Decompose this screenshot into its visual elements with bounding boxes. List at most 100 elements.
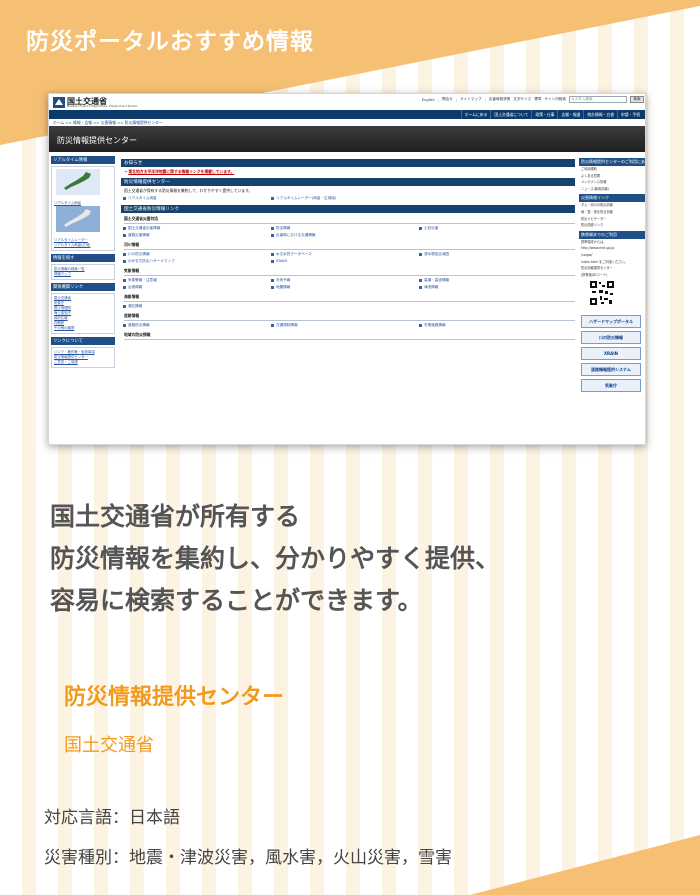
bullet-icon xyxy=(123,324,126,327)
sidebar-realtime-head: リアルタイム情報 xyxy=(51,156,115,164)
link-group-item[interactable]: 水文水質データベース xyxy=(271,251,419,258)
right-usage-link[interactable]: よくある質問 xyxy=(579,173,645,180)
nav-apply[interactable]: 申請・手続 xyxy=(617,110,643,119)
bullet-icon xyxy=(271,286,274,289)
description-line: 防災情報を集約し、分かりやすく提供、 xyxy=(50,544,501,573)
supported-language: 対応言語：日本語 xyxy=(44,808,180,828)
link-group-item[interactable]: 交通規制情報 xyxy=(271,322,419,329)
sidebar-agency-link[interactable]: その他の機関 xyxy=(54,326,112,331)
util-contact[interactable]: 問合せ xyxy=(442,97,453,102)
bullet-icon xyxy=(419,286,422,289)
banner-hazard-map[interactable]: ハザードマップポータル xyxy=(581,315,641,329)
description-line: 容易に検索することができます。 xyxy=(50,586,423,615)
right-disaster-link[interactable]: 防災ナビゲーター xyxy=(579,216,645,223)
nav-policy[interactable]: 政策・仕事 xyxy=(531,110,557,119)
link-group-item[interactable]: 台風情報 xyxy=(123,284,271,291)
util-english[interactable]: English xyxy=(422,98,435,102)
link-group-item[interactable]: 地震情報 xyxy=(271,284,419,291)
service-org: 国土交通省 xyxy=(64,735,154,756)
nav-about[interactable]: 国土交通省について xyxy=(490,110,531,119)
right-mobile-head: 携帯端末でのご利用 xyxy=(579,230,645,239)
util-standard[interactable]: 標準 xyxy=(534,97,541,102)
link-group-title: 海象情報 xyxy=(124,294,575,302)
bullet-icon xyxy=(123,234,126,237)
bullet-icon xyxy=(123,279,126,282)
notice-link[interactable]: 東北地方太平洋沖地震に関する情報リンクを掲載しています。 xyxy=(128,169,234,174)
page-title: 防災情報提供センター xyxy=(57,136,137,145)
banner-river-info[interactable]: 川の防災情報 xyxy=(581,331,641,345)
link-group-items: 気象警報・注意報 天気予報 高潮・高波情報台風情報 地震情報 津波情報 xyxy=(121,277,575,291)
link-group-item[interactable]: 高潮・高波情報 xyxy=(419,277,567,284)
bullet-icon xyxy=(419,279,422,282)
banner-xrain[interactable]: XRAIN xyxy=(581,347,641,361)
link-group-item[interactable]: 土砂災害 xyxy=(419,225,567,232)
link-group-item[interactable]: 気象警報・注意報 xyxy=(123,277,271,284)
link-group-item[interactable]: 天気予報 xyxy=(271,277,419,284)
website-screenshot: 国土交通省 Ministry of Land, Infrastructure, … xyxy=(48,93,646,445)
util-relief[interactable]: 災害時救済策 xyxy=(489,97,511,102)
center-head: 防災情報提供センター xyxy=(121,178,575,186)
sidebar-about-box: リンク・著作権・免責事項 防災情報提供センター ご意見・ご感想 xyxy=(51,347,115,368)
japan-map-icon[interactable] xyxy=(56,169,100,195)
link-group-items: 国土交通省災害情報 防災情報 土砂災害道路災害情報 災害時における交通情報 xyxy=(121,225,575,239)
right-disaster-head: 災害情報リンク xyxy=(579,194,645,203)
link-group-item[interactable]: 潮位情報 xyxy=(123,303,271,310)
nav-stats[interactable]: 統計情報・白書 xyxy=(583,110,617,119)
sidebar-search-link[interactable]: 情報マップ xyxy=(54,272,112,277)
right-usage-link[interactable]: ご利用規約 xyxy=(579,166,645,173)
bullet-icon xyxy=(123,260,126,263)
link-group-item[interactable]: 道路災害情報 xyxy=(123,232,271,239)
link-group-title: 気象情報 xyxy=(124,268,575,276)
bullet-icon xyxy=(123,227,126,230)
link-group-item[interactable]: 川の防災情報 xyxy=(123,251,271,258)
right-sidebar: 防災情報提供センターのご利用にあたって ご利用規約 よくある質問 メンテナンス情… xyxy=(579,156,645,393)
center-link[interactable]: リアルタイムレーダー(雨量・広域版) xyxy=(271,195,419,202)
nav-press[interactable]: 広報・報道 xyxy=(557,110,583,119)
global-nav: ホームに戻る 国土交通省について 政策・仕事 広報・報道 統計情報・白書 申請・… xyxy=(49,110,645,119)
bullet-icon xyxy=(271,324,274,327)
link-group-item[interactable]: XRAIN xyxy=(271,258,419,265)
center-text: 国土交通省が保有する防災情報を集約して、わかりやすく提供しています。 xyxy=(124,188,253,193)
right-disaster-link[interactable]: ダム・河川の防災情報 xyxy=(579,202,645,209)
bullet-icon xyxy=(123,197,126,200)
util-sitemap[interactable]: サイトマップ xyxy=(460,97,482,102)
radar-map-icon[interactable] xyxy=(56,206,100,232)
sidebar-search-head: 情報を探す xyxy=(51,254,115,262)
description: 国土交通省が所有する 防災情報を集約し、分かりやすく提供、 容易に検索することが… xyxy=(50,496,670,622)
link-group-item[interactable]: 災害時における交通情報 xyxy=(271,232,419,239)
notice-head: お知らせ xyxy=(121,159,575,167)
link-group-item[interactable]: 国土交通省災害情報 xyxy=(123,225,271,232)
header-title: 防災ポータルおすすめ情報 xyxy=(26,29,314,55)
description-line: 国土交通省が所有する xyxy=(50,502,301,531)
right-usage-link[interactable]: メンテナンス情報 xyxy=(579,179,645,186)
link-group-item[interactable]: わがまち防災ハザードマップ xyxy=(123,258,271,265)
center-link[interactable]: リアルタイム雨量 xyxy=(123,195,271,202)
site-header: 国土交通省 Ministry of Land, Infrastructure, … xyxy=(49,94,645,110)
sidebar-about-link[interactable]: ご意見・ご感想 xyxy=(54,360,112,365)
banner-road-info[interactable]: 道路情報提供システム xyxy=(581,363,641,377)
bullet-icon xyxy=(271,253,274,256)
sidebar-realtime-wide[interactable]: リアルタイム雨量(広域) xyxy=(54,243,112,248)
nav-home[interactable]: ホームに戻る xyxy=(460,110,491,119)
left-sidebar: リアルタイム情報 リアルタイム雨量 リアルタイムレーダー リアルタイム雨量(広域… xyxy=(51,156,115,371)
banner-jma[interactable]: 気象庁 xyxy=(581,379,641,393)
site-search-input[interactable]: カスタム検索 xyxy=(569,96,627,103)
link-group-item[interactable]: 津波情報 xyxy=(419,284,567,291)
link-group-item[interactable]: 浸水想定区域図 xyxy=(419,251,567,258)
right-usage-link[interactable]: ニュース(新着情報) xyxy=(579,186,645,193)
bullet-icon xyxy=(123,305,126,308)
link-group-item[interactable]: 防災情報 xyxy=(271,225,419,232)
link-group-item[interactable]: 冬期道路情報 xyxy=(419,322,567,329)
site-logo[interactable]: 国土交通省 Ministry of Land, Infrastructure, … xyxy=(53,97,153,110)
bullet-icon xyxy=(271,260,274,263)
site-search-button[interactable]: 検索 xyxy=(630,96,644,103)
link-group-item[interactable]: 道路防災情報 xyxy=(123,322,271,329)
right-disaster-link[interactable]: 防災関連リンク xyxy=(579,222,645,229)
sidebar-links-box: 国土交通省 気象庁 国土地理院 海上保安庁 政府広報 内閣府 その他の機関 xyxy=(51,293,115,334)
page-banner: 防災情報提供センター xyxy=(49,126,645,152)
util-site-search: サイト内検索 xyxy=(544,97,566,101)
disaster-types: 災害種別：地震・津波災害，風水害，火山災害，雪害 xyxy=(44,848,452,868)
right-disaster-link[interactable]: 雨・雪・風を知る情報 xyxy=(579,209,645,216)
sidebar-about-head: リンクについて xyxy=(51,337,115,345)
mlit-links-head: 国土交通省防災情報リンク xyxy=(121,205,575,213)
